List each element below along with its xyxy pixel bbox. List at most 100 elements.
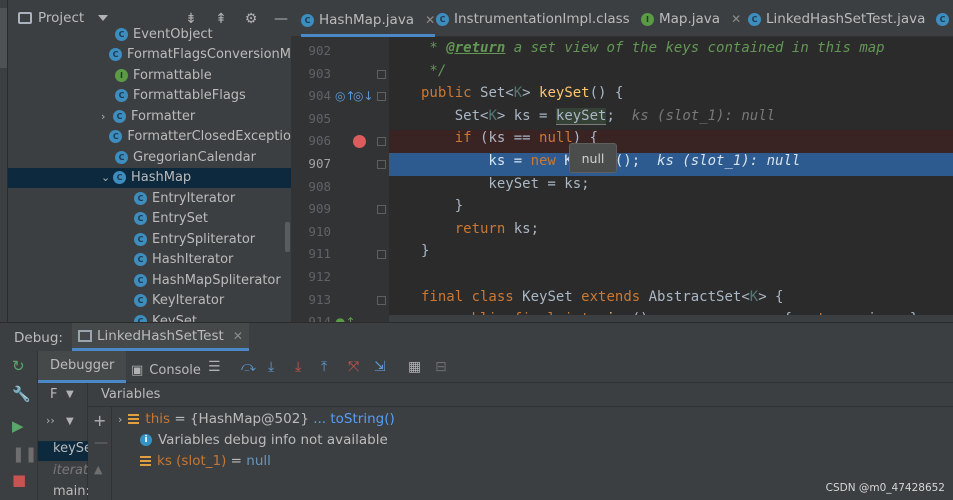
class-icon: C: [301, 13, 314, 27]
variable-value: {HashMap@502}: [189, 411, 309, 427]
fold-marker-icon[interactable]: [377, 137, 386, 147]
line-number: 904: [308, 88, 331, 104]
fold-marker-icon[interactable]: [377, 160, 386, 169]
variable-row-ks[interactable]: ks (slot_1) = null: [140, 451, 271, 471]
step-into-icon[interactable]: ⤓: [295, 359, 301, 375]
class-icon: C: [113, 171, 126, 184]
evaluate-expression-icon[interactable]: ▦: [408, 359, 421, 375]
chevron-down-icon[interactable]: ▼: [66, 416, 74, 427]
resume-icon[interactable]: ▶: [12, 417, 24, 435]
frame-row[interactable]: keySe: [38, 441, 88, 461]
step-over-icon[interactable]: ⤓: [268, 359, 274, 375]
close-icon[interactable]: ✕: [233, 329, 243, 343]
debug-side-toolbar: ↻ 🔧 ▶ ❚❚ ■: [0, 351, 38, 500]
variables-header: Variables: [88, 383, 953, 407]
implementing-method-icon[interactable]: ●↑: [335, 315, 356, 322]
tree-item[interactable]: C GregorianCalendar: [8, 147, 291, 167]
project-folder-icon: [18, 12, 32, 24]
remove-watch-icon[interactable]: —: [94, 435, 108, 451]
tree-item[interactable]: C FormatFlagsConversionM: [8, 45, 291, 65]
breakpoint-line: if (ks == null) {: [389, 130, 953, 153]
tree-item[interactable]: I Formattable: [8, 65, 291, 85]
show-execution-point-icon[interactable]: ⤼: [241, 359, 256, 375]
debug-tab-bar: Debugger ▣ Console ☰ ⤼ ⤓ ⤓ ⤒ ⤧ ⇲ ▦ ⊟: [38, 351, 953, 383]
tree-item[interactable]: C HashMapSpliterator: [8, 270, 291, 290]
rerun-icon[interactable]: ↻: [12, 357, 25, 375]
chevron-right-icon[interactable]: ›: [101, 110, 113, 123]
settings-wrench-icon[interactable]: 🔧: [12, 385, 31, 403]
fold-marker-icon[interactable]: [377, 92, 386, 102]
tab-hashmap-java[interactable]: C HashMap.java ✕: [301, 6, 436, 37]
menu-lines-icon[interactable]: ☰: [208, 359, 221, 375]
more-icon[interactable]: ››: [46, 414, 55, 427]
tree-item-label: FormattableFlags: [133, 88, 246, 103]
code-line: public Set<K> keySet() {: [421, 85, 624, 102]
chevron-down-icon[interactable]: ⌄: [101, 171, 113, 184]
code-line: final class KeySet extends AbstractSet<K…: [421, 288, 784, 305]
variable-row-this[interactable]: › this = {HashMap@502} ... toString(): [118, 409, 395, 429]
frame-row[interactable]: iterat: [38, 463, 88, 483]
tab-label: Debugger: [50, 358, 115, 373]
field-icon: [140, 455, 151, 467]
line-number: 910: [308, 223, 331, 239]
console-icon: ▣: [131, 362, 144, 378]
trace-icon[interactable]: ⊟: [435, 359, 447, 375]
add-watch-icon[interactable]: +: [93, 411, 106, 430]
tree-item[interactable]: ⌄ C HashMap: [8, 167, 291, 188]
stop-icon[interactable]: ■: [12, 471, 26, 489]
class-icon: C: [134, 294, 147, 307]
fold-marker-icon[interactable]: [377, 250, 386, 260]
frame-row[interactable]: main:: [38, 484, 88, 500]
tab-linkedhashsettest-java[interactable]: C LinkedHashSetTest.java ✕: [748, 6, 946, 32]
tree-item-label: KeyIterator: [152, 293, 225, 308]
close-icon[interactable]: ✕: [425, 13, 435, 27]
tab-console[interactable]: ▣ Console: [131, 357, 201, 383]
structure-side-tab[interactable]: [0, 8, 7, 68]
tree-item[interactable]: C FormattableFlags: [8, 86, 291, 106]
tree-item[interactable]: › C Formatter: [8, 106, 291, 126]
tab-overflow[interactable]: C: [936, 6, 949, 32]
tab-debugger[interactable]: Debugger: [38, 351, 127, 383]
code-editor[interactable]: 902 903 904 905 906 907 908 909 910 911 912 913 914 …: [291, 37, 953, 322]
tree-item[interactable]: C KeySet: [8, 311, 291, 322]
move-up-icon[interactable]: ▲: [94, 463, 102, 476]
line-number: 906: [308, 133, 331, 149]
overriding-method-icon[interactable]: ◎↓: [353, 89, 374, 103]
breakpoint-icon[interactable]: [353, 135, 366, 148]
line-number: 903: [308, 65, 331, 81]
class-icon: C: [134, 273, 147, 287]
project-scrollbar[interactable]: [285, 222, 290, 252]
class-icon: C: [115, 150, 128, 164]
fold-marker-icon[interactable]: [377, 205, 386, 215]
project-panel: Project ⇟ ⇞ ⚙ — C EventObject C FormatFlags…: [8, 0, 291, 322]
fold-marker-icon[interactable]: [377, 295, 386, 305]
debug-session-tab[interactable]: LinkedHashSetTest ✕: [72, 323, 249, 351]
drop-frame-icon[interactable]: ⤧: [348, 359, 359, 375]
code-line: keySet = ks;: [421, 175, 590, 192]
tostring-link[interactable]: ... toString(): [313, 411, 395, 427]
interface-icon: I: [641, 12, 654, 26]
chevron-down-icon[interactable]: ▼: [66, 389, 74, 400]
tree-item[interactable]: C KeyIterator: [8, 291, 291, 311]
tree-item[interactable]: C HashIterator: [8, 250, 291, 270]
frame-label: iterat: [53, 463, 88, 478]
fold-marker-icon[interactable]: [377, 69, 386, 79]
editor-horizontal-scrollbar[interactable]: [389, 315, 953, 322]
tree-item-label: HashMapSpliterator: [152, 272, 281, 288]
line-number: 911: [308, 246, 331, 262]
tab-instrumentationimpl-class[interactable]: C InstrumentationImpl.class ✕: [436, 6, 651, 32]
close-icon[interactable]: ✕: [731, 12, 741, 26]
tree-item[interactable]: C EntryIterator: [8, 188, 291, 208]
tab-map-java[interactable]: I Map.java ✕: [641, 6, 741, 32]
chevron-right-icon[interactable]: ›: [118, 413, 122, 426]
tree-item[interactable]: C EventObject: [8, 24, 291, 44]
info-icon: i: [140, 434, 152, 446]
tree-item[interactable]: C EntrySet: [8, 209, 291, 229]
step-out-icon[interactable]: ⤒: [321, 359, 327, 375]
tree-item[interactable]: C EntrySpliterator: [8, 229, 291, 249]
pause-icon[interactable]: ❚❚: [12, 445, 37, 463]
run-to-cursor-icon[interactable]: ⇲: [374, 359, 386, 375]
tree-item[interactable]: C FormatterClosedExceptio: [8, 127, 291, 147]
debug-title-bar: Debug: LinkedHashSetTest ✕: [0, 323, 953, 351]
class-icon: C: [115, 89, 128, 102]
